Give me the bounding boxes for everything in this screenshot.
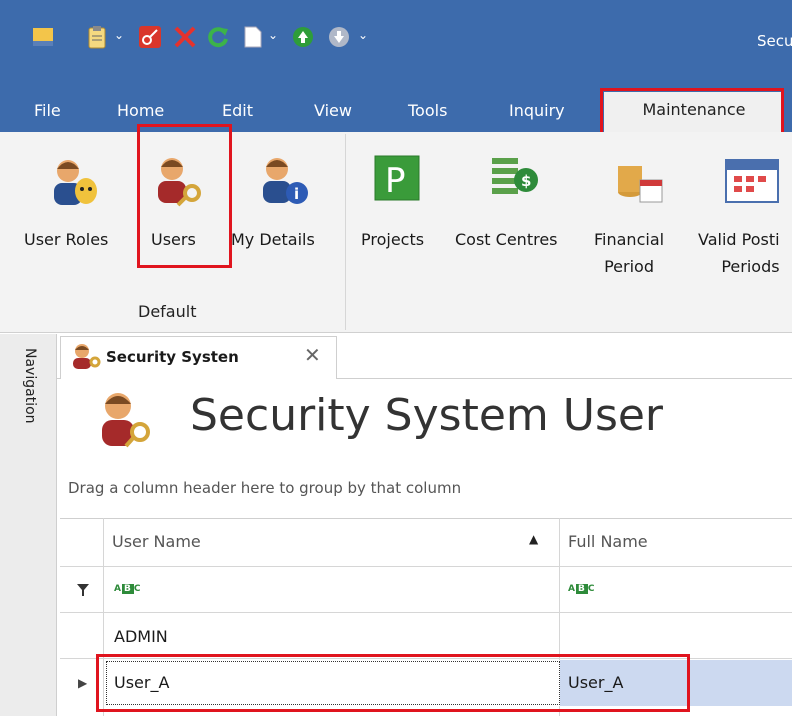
app-logo-icon bbox=[30, 24, 56, 50]
ribbon-my-details-button[interactable]: My Details bbox=[231, 226, 315, 253]
security-user-icon bbox=[70, 342, 102, 374]
menu-view[interactable]: View bbox=[314, 94, 352, 128]
ribbon-projects-button[interactable]: Projects bbox=[361, 226, 424, 253]
highlight-box-maintenance bbox=[600, 88, 784, 136]
group-by-hint: Drag a column header here to group by th… bbox=[68, 479, 462, 497]
ribbon-user-roles-button[interactable]: User Roles bbox=[24, 226, 108, 253]
text-filter-icon[interactable]: ABC bbox=[568, 584, 595, 594]
grid-header-border bbox=[60, 566, 792, 567]
refresh-icon[interactable] bbox=[205, 24, 231, 50]
title-bar bbox=[0, 0, 792, 88]
text-filter-icon[interactable]: ABC bbox=[114, 584, 141, 594]
close-icon[interactable]: ✕ bbox=[304, 343, 321, 367]
my-details-icon: i bbox=[255, 153, 311, 213]
document-icon[interactable] bbox=[240, 24, 266, 50]
chevron-down-icon[interactable]: ⌄ bbox=[114, 28, 124, 42]
projects-icon: P bbox=[371, 152, 427, 212]
chevron-down-icon[interactable]: ⌄ bbox=[268, 28, 278, 42]
clipboard-icon[interactable] bbox=[84, 24, 110, 50]
chevron-down-icon[interactable]: ⌄ bbox=[358, 28, 368, 42]
svg-text:i: i bbox=[294, 185, 299, 203]
delete-icon[interactable] bbox=[172, 24, 198, 50]
sort-ascending-icon[interactable]: ▲ bbox=[529, 532, 538, 546]
svg-text:P: P bbox=[385, 161, 406, 201]
menu-tools[interactable]: Tools bbox=[408, 94, 447, 128]
menu-edit[interactable]: Edit bbox=[222, 94, 253, 128]
page-title: Security System User bbox=[190, 390, 664, 441]
valid-posting-periods-icon bbox=[722, 150, 782, 210]
menu-file[interactable]: File bbox=[34, 94, 61, 128]
column-header-full-name[interactable]: Full Name bbox=[568, 532, 648, 551]
ribbon-group-label: Default bbox=[138, 302, 197, 321]
highlight-box-row bbox=[96, 654, 690, 712]
navigation-label[interactable]: Navigation bbox=[22, 348, 38, 424]
down-circle-icon[interactable] bbox=[326, 24, 352, 50]
ribbon-cost-centres-button[interactable]: Cost Centres bbox=[455, 226, 558, 253]
grid-filter-border bbox=[60, 612, 792, 613]
document-tab-title[interactable]: Security Systen bbox=[106, 348, 239, 366]
svg-text:$: $ bbox=[521, 172, 531, 190]
ribbon-financial-period-button[interactable]: Financial Period bbox=[594, 226, 664, 280]
key-icon[interactable] bbox=[137, 24, 163, 50]
ribbon-valid-posting-periods-button[interactable]: Valid Posti Periods bbox=[698, 226, 780, 280]
up-circle-icon[interactable] bbox=[290, 24, 316, 50]
column-header-user-name[interactable]: User Name bbox=[112, 532, 201, 551]
menu-inquiry[interactable]: Inquiry bbox=[509, 94, 565, 128]
highlight-box-users bbox=[137, 124, 232, 268]
security-user-icon bbox=[92, 386, 156, 454]
cost-centres-icon: $ bbox=[490, 152, 546, 212]
window-title: Secu bbox=[757, 32, 792, 50]
row-indicator-icon: ▶ bbox=[78, 676, 88, 690]
menu-home[interactable]: Home bbox=[117, 94, 164, 128]
financial-period-icon bbox=[612, 152, 668, 212]
ribbon-group-separator bbox=[345, 134, 346, 330]
filter-icon[interactable] bbox=[76, 582, 90, 601]
user-roles-icon bbox=[46, 155, 102, 215]
cell-user-name[interactable]: ADMIN bbox=[114, 627, 168, 646]
